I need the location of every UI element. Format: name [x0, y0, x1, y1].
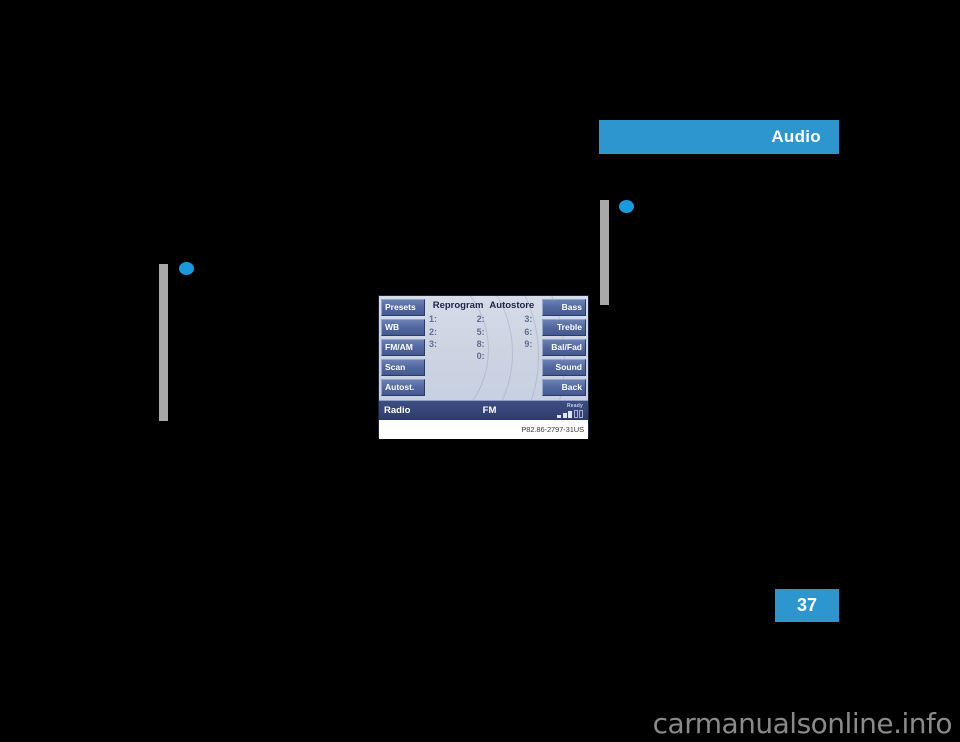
heading-reprogram: Reprogram — [432, 300, 484, 311]
softkey-back[interactable]: Back — [542, 379, 586, 396]
cd-magazine-icon — [557, 409, 583, 418]
preset-slot[interactable]: 6: — [502, 327, 540, 338]
section-header-title: Audio — [771, 127, 821, 146]
cd-slot — [568, 410, 572, 418]
display-status-bar: Radio FM Ready — [379, 400, 588, 420]
page-root: Audio Presets WB FM/AM Scan Autost. Bass… — [0, 0, 960, 742]
softkey-column-right: Bass Treble Bal/Fad Sound Back — [542, 299, 586, 396]
softkey-fm-am[interactable]: FM/AM — [381, 339, 425, 356]
cd-slot — [562, 412, 567, 418]
softkey-bass[interactable]: Bass — [542, 299, 586, 316]
status-source-label: Radio — [384, 405, 411, 416]
right-bullet-icon — [619, 200, 634, 213]
cd-slot — [579, 409, 583, 418]
softkey-back-label: Back — [561, 382, 582, 393]
preset-slot[interactable]: 8: — [465, 339, 503, 350]
preset-slot[interactable]: 9: — [502, 339, 540, 350]
center-headings: Reprogram Autostore — [427, 298, 540, 311]
softkey-bal-fad-label: Bal/Fad — [551, 342, 582, 353]
softkey-sound[interactable]: Sound — [542, 359, 586, 376]
preset-slot[interactable]: 1: — [427, 314, 465, 325]
right-column-rule — [600, 200, 609, 305]
cd-slot — [573, 409, 578, 418]
preset-slot[interactable]: 3: — [502, 314, 540, 325]
preset-grid: 1: 2: 3: 2: 5: 6: 3: 8: 9: 0: — [427, 314, 540, 362]
left-bullet-icon — [179, 262, 194, 275]
heading-autostore: Autostore — [489, 300, 535, 311]
left-column-rule — [159, 264, 168, 421]
softkey-sound-label: Sound — [555, 362, 582, 373]
figure-caption: P82.86-2797-31US — [521, 425, 584, 434]
preset-slot[interactable]: 5: — [465, 327, 503, 338]
section-header: Audio — [599, 120, 839, 154]
preset-slot[interactable]: 2: — [427, 327, 465, 338]
status-indicator-group: Ready — [530, 402, 588, 418]
audio-display-figure: Presets WB FM/AM Scan Autost. Bass Trebl… — [378, 295, 589, 439]
softkey-treble-label: Treble — [556, 322, 582, 333]
softkey-scan-label: Scan — [385, 362, 406, 373]
watermark: carmanualsonline.info — [652, 707, 953, 740]
softkey-bal-fad[interactable]: Bal/Fad — [542, 339, 586, 356]
softkey-presets[interactable]: Presets — [381, 299, 425, 316]
softkey-column-left: Presets WB FM/AM Scan Autost. — [381, 299, 425, 396]
page-number: 37 — [796, 595, 818, 615]
softkey-wb[interactable]: WB — [381, 319, 425, 336]
page-number-box: 37 — [775, 589, 839, 622]
cd-slot — [557, 414, 561, 418]
softkey-fm-am-label: FM/AM — [385, 342, 413, 353]
softkey-scan[interactable]: Scan — [381, 359, 425, 376]
softkey-bass-label: Bass — [561, 302, 582, 313]
figure-caption-strip: P82.86-2797-31US — [379, 420, 588, 439]
softkey-wb-label: WB — [385, 322, 400, 333]
status-band-label: FM — [482, 405, 497, 416]
ready-label: Ready — [566, 402, 583, 409]
softkey-autostore[interactable]: Autost. — [381, 379, 425, 396]
comand-display: Presets WB FM/AM Scan Autost. Bass Trebl… — [379, 296, 588, 420]
softkey-presets-label: Presets — [385, 302, 416, 313]
softkey-treble[interactable]: Treble — [542, 319, 586, 336]
display-content: Presets WB FM/AM Scan Autost. Bass Trebl… — [379, 296, 588, 420]
preset-slot[interactable]: 2: — [465, 314, 503, 325]
softkey-autostore-label: Autost. — [385, 382, 415, 393]
preset-slot[interactable]: 0: — [465, 351, 503, 362]
preset-slot[interactable]: 3: — [427, 339, 465, 350]
